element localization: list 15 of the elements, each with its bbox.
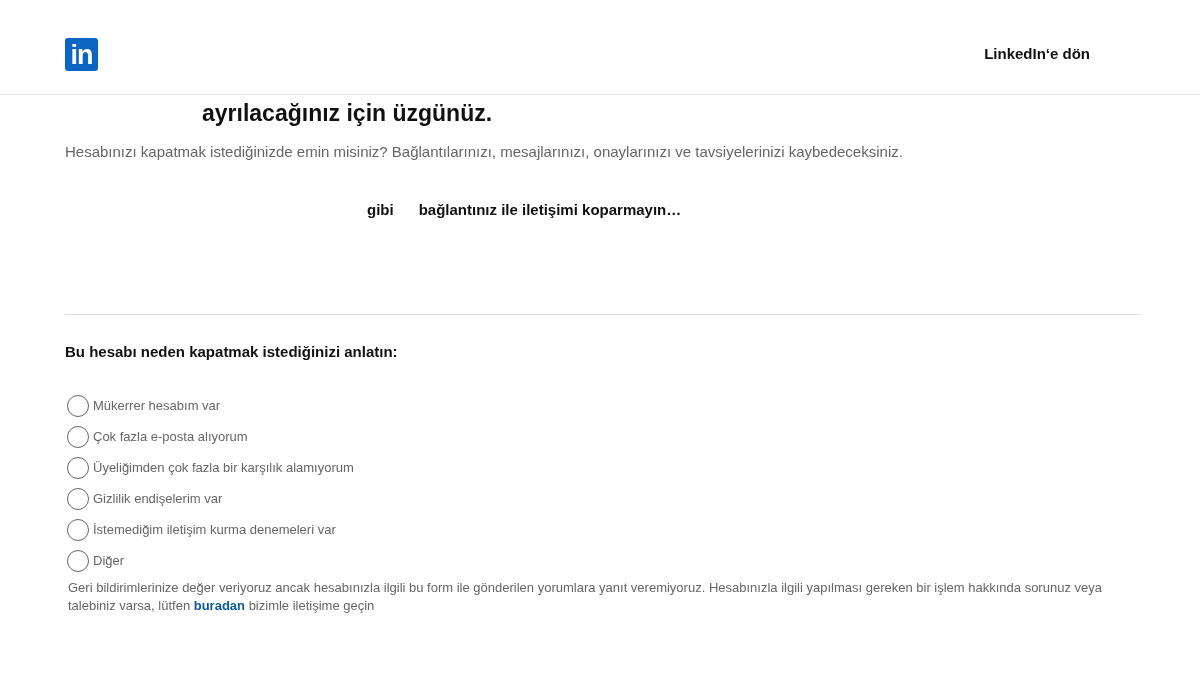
question-heading: Bu hesabı neden kapatmak istediğinizi anlatın:: [65, 342, 399, 362]
reason-label[interactable]: Diğer: [93, 549, 125, 573]
connections-text: gibi: [367, 200, 394, 220]
reason-label[interactable]: Çok fazla e-posta alıyorum: [93, 425, 248, 449]
reason-label[interactable]: Gizlilik endişelerim var: [93, 487, 223, 511]
reason-label[interactable]: Üyeliğimden çok fazla bir karşılık alamıyorum: [93, 456, 354, 480]
connections-text: bağlantınız ile iletişimi koparmayın…: [418, 200, 682, 220]
warning-text: Hesabınızı kapatmak istediğinizde emin misiniz? Bağlantılarınızı, mesajlarınızı, onaylarınızı ve tavsiyelerinizi kaybedeceksiniz.: [65, 142, 904, 162]
back-link[interactable]: LinkedIn‘e dön: [984, 44, 1090, 62]
reason-label[interactable]: İstemediğim iletişim kurma denemeleri var: [93, 518, 336, 542]
logo[interactable]: in: [65, 37, 98, 71]
feedback-note: Geri bildirimlerinize değer veriyoruz ancak hesabınızla ilgili bu form ile gönderilen yorumlara yanıt veremiyoruz. Hesabınızla ilgili yapılması gereken bir işlem hakkında sorunuz veya talebiniz varsa, lütfen buradan bizimle iletişime geçin: [68, 579, 1103, 615]
reason-label[interactable]: Mükerrer hesabım var: [93, 394, 221, 418]
contact-link[interactable]: buradan: [193, 598, 246, 613]
page-heading: ayrılacağınız için üzgünüz.: [202, 99, 494, 128]
